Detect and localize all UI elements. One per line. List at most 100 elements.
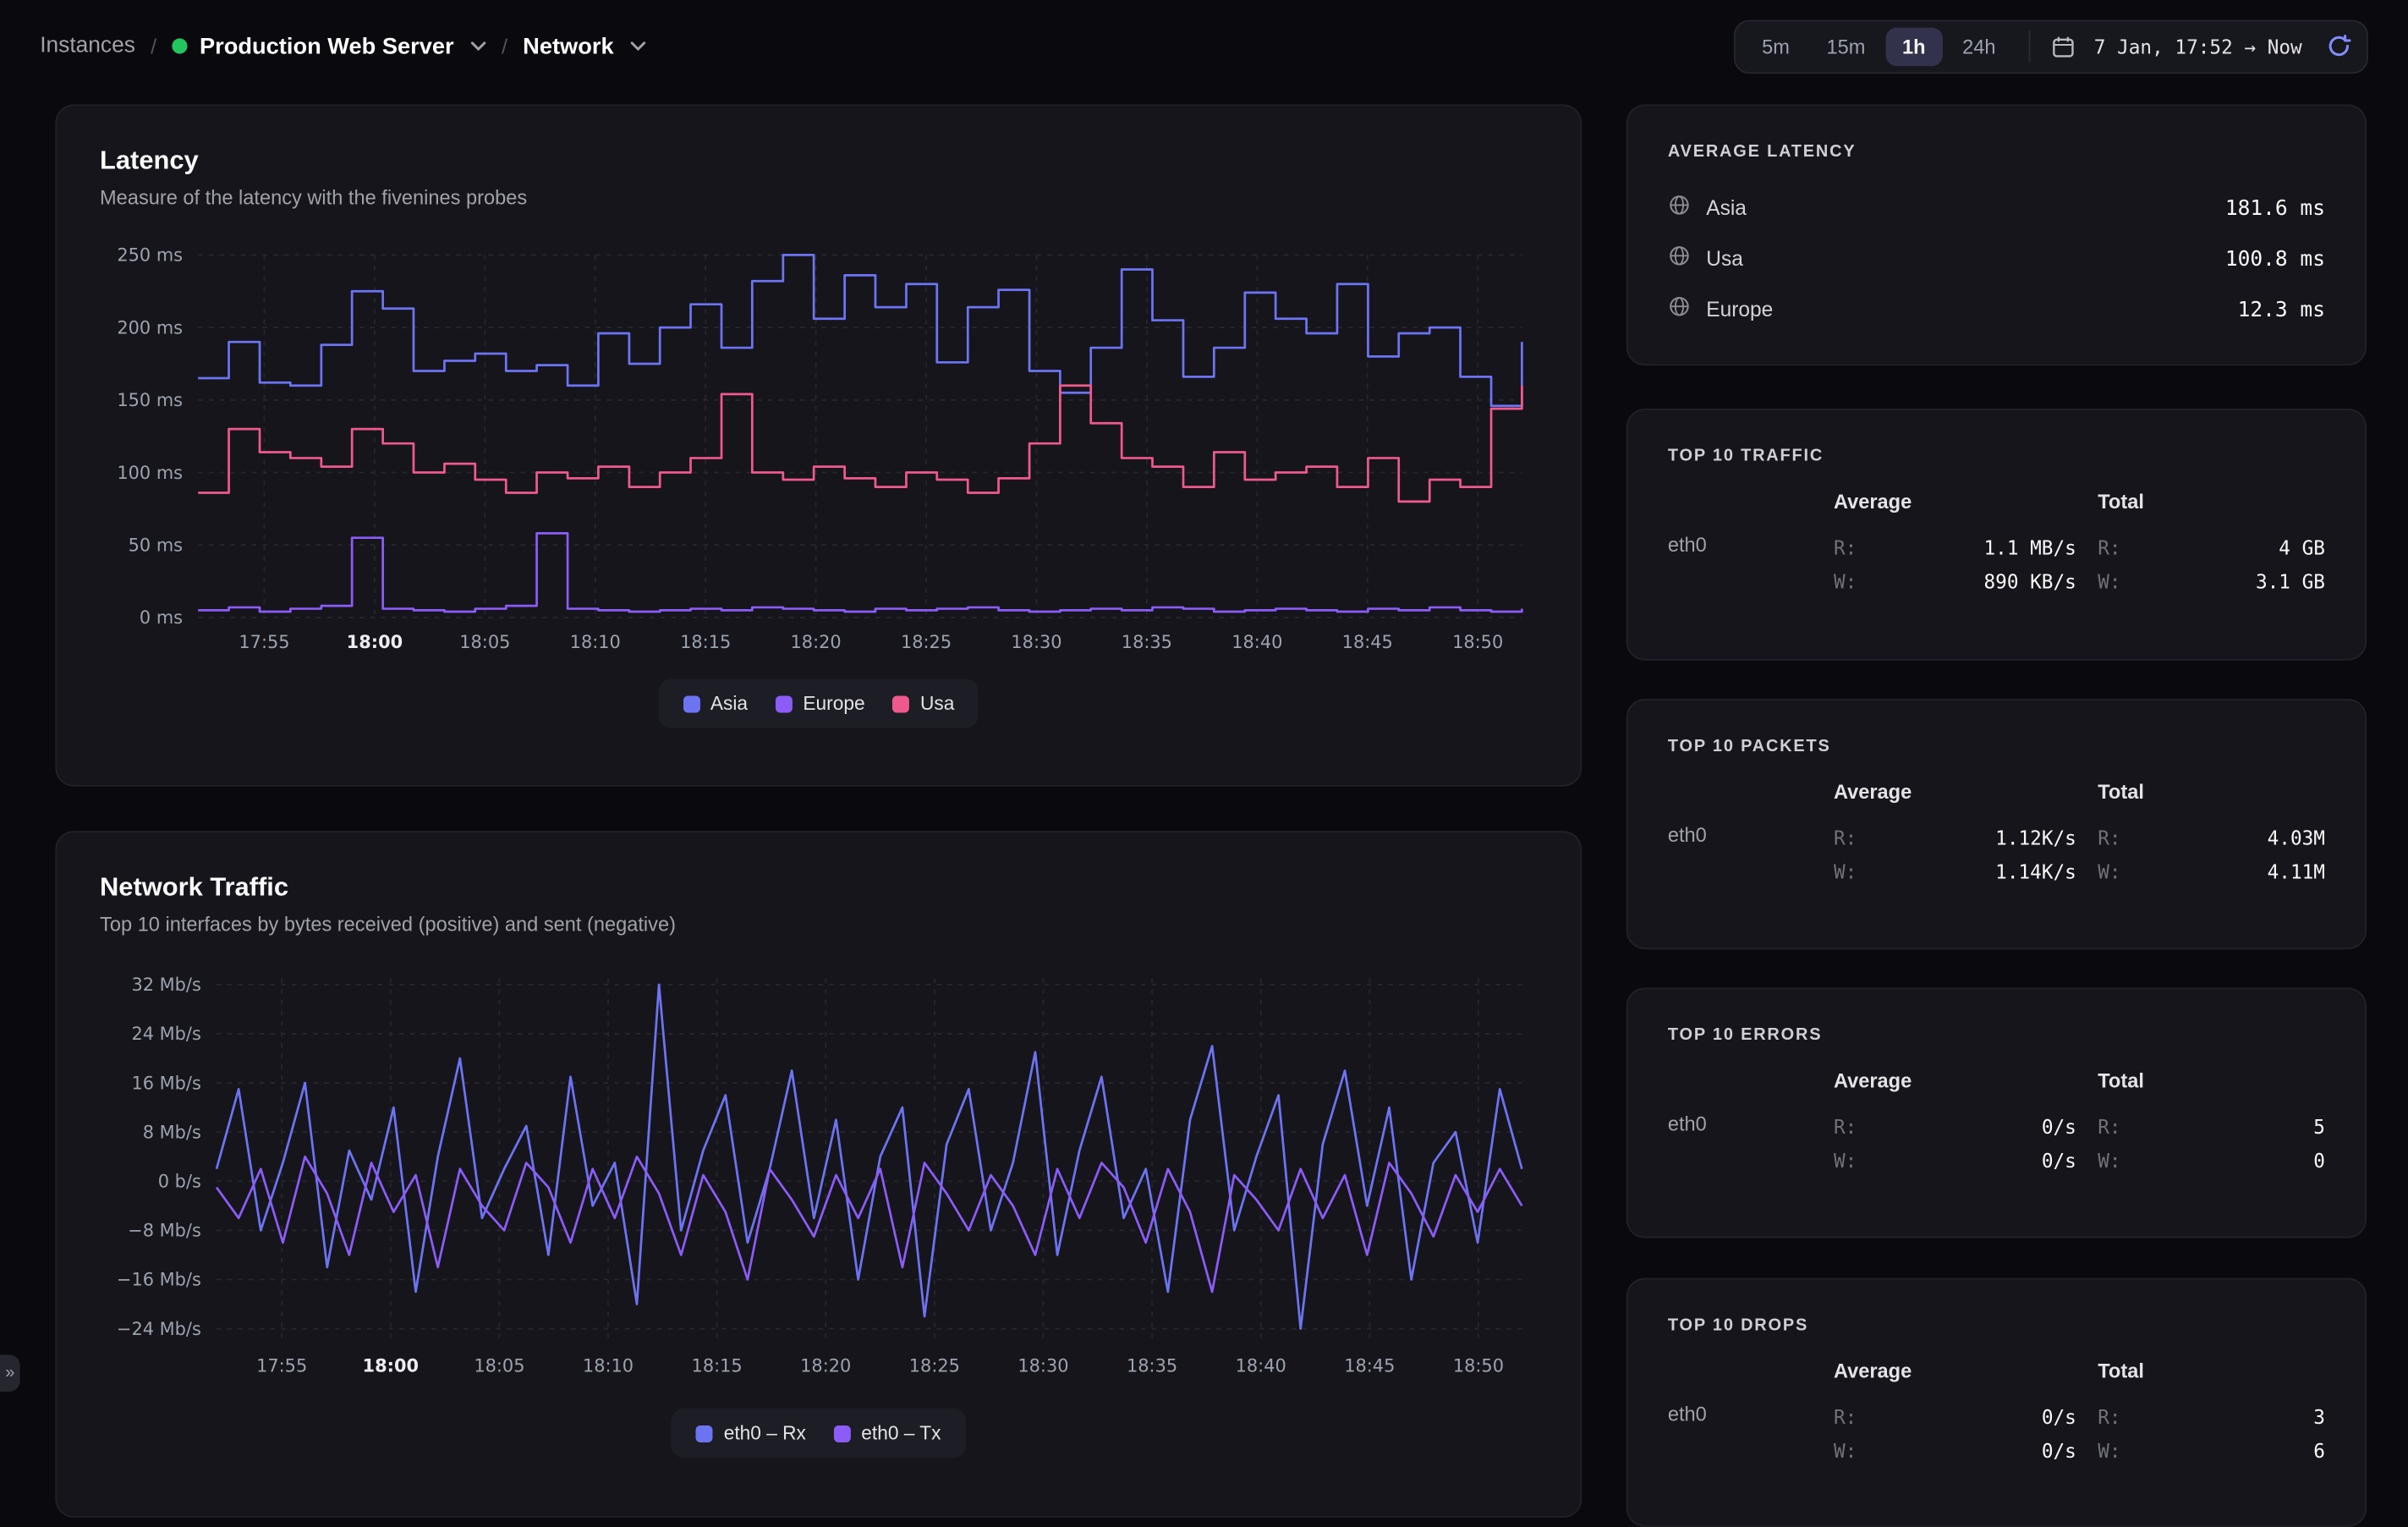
status-dot (172, 38, 187, 53)
region-label: Usa (1706, 247, 1743, 270)
column-header-total: Total (2098, 490, 2325, 513)
interface-label: eth0 (1668, 1401, 1834, 1469)
avg-write-value: 890 KB/s (1983, 565, 2076, 599)
avg-read-value: 0/s (2042, 1401, 2076, 1435)
interface-label: eth0 (1668, 531, 1834, 599)
top10-drops-card: TOP 10 DROPS Average Total eth0 R:0/s W:… (1626, 1278, 2367, 1527)
top10-packets-card: TOP 10 PACKETS Average Total eth0 R:1.12… (1626, 699, 2367, 949)
svg-text:18:35: 18:35 (1122, 632, 1172, 652)
date-range-picker[interactable]: 7 Jan, 17:52 → Now (2094, 35, 2302, 58)
average-values: R:0/s W:0/s (1834, 1401, 2098, 1469)
svg-text:−24 Mb/s: −24 Mb/s (117, 1319, 201, 1339)
range-button-15m[interactable]: 15m (1810, 27, 1883, 65)
write-label: W: (2098, 1145, 2120, 1178)
svg-text:18:40: 18:40 (1231, 632, 1282, 652)
column-header-average: Average (1834, 780, 2098, 803)
svg-text:100 ms: 100 ms (117, 463, 183, 483)
read-label: R: (1834, 1111, 1857, 1145)
range-button-1h[interactable]: 1h (1885, 27, 1942, 65)
svg-text:18:30: 18:30 (1011, 632, 1061, 652)
breadcrumb-separator: / (502, 34, 507, 58)
range-button-24h[interactable]: 24h (1945, 27, 2012, 65)
legend-label: eth0 – Rx (724, 1422, 806, 1443)
interface-label: eth0 (1668, 821, 1834, 889)
asia-series-swatch (683, 695, 699, 712)
total-values: R:4 GB W:3.1 GB (2098, 531, 2325, 599)
total-read-value: 4.03M (2268, 821, 2325, 855)
latency-card: Latency Measure of the latency with the … (55, 104, 1582, 786)
total-values: R:3 W:6 (2098, 1401, 2325, 1469)
write-label: W: (2098, 1435, 2120, 1469)
avg-write-value: 0/s (2042, 1145, 2076, 1178)
network-traffic-subtitle: Top 10 interfaces by bytes received (pos… (100, 913, 1537, 936)
column-header-total: Total (2098, 1069, 2325, 1092)
total-values: R:4.03M W:4.11M (2098, 821, 2325, 889)
legend-item-asia[interactable]: Asia (683, 693, 748, 714)
legend-item-eth0-rx[interactable]: eth0 – Rx (696, 1422, 806, 1443)
tx-series-swatch (834, 1425, 851, 1442)
globe-icon (1668, 244, 1691, 274)
globe-icon (1668, 294, 1691, 325)
svg-text:200 ms: 200 ms (117, 317, 183, 338)
svg-text:18:20: 18:20 (800, 1355, 851, 1376)
network-traffic-title: Network Traffic (100, 872, 1537, 903)
rx-series-swatch (696, 1425, 713, 1442)
total-write-value: 6 (2313, 1435, 2325, 1469)
network-traffic-legend: eth0 – Rx eth0 – Tx (100, 1409, 1537, 1458)
svg-text:18:45: 18:45 (1342, 632, 1393, 652)
avg-read-value: 0/s (2042, 1111, 2076, 1145)
network-traffic-chart[interactable]: 32 Mb/s24 Mb/s16 Mb/s8 Mb/s0 b/s−8 Mb/s−… (100, 969, 1540, 1391)
card-title: TOP 10 TRAFFIC (1668, 447, 2325, 465)
avg-read-value: 1.12K/s (1995, 821, 2076, 855)
svg-text:32 Mb/s: 32 Mb/s (131, 975, 200, 995)
average-values: R:0/s W:0/s (1834, 1111, 2098, 1178)
avg-write-value: 0/s (2042, 1435, 2076, 1469)
average-values: R:1.12K/s W:1.14K/s (1834, 821, 2098, 889)
latency-chart-title: Latency (100, 146, 1537, 176)
card-title: TOP 10 PACKETS (1668, 738, 2325, 756)
read-label: R: (2098, 821, 2120, 855)
write-label: W: (2098, 565, 2120, 599)
breadcrumb: Instances / Production Web Server / Netw… (40, 33, 646, 59)
svg-text:18:45: 18:45 (1344, 1355, 1395, 1376)
avg-read-value: 1.1 MB/s (1983, 531, 2076, 565)
sidebar-expand-handle[interactable]: » (0, 1354, 20, 1392)
section-name: Network (523, 33, 613, 59)
svg-text:18:20: 18:20 (791, 632, 842, 652)
card-title: TOP 10 ERRORS (1668, 1026, 2325, 1045)
svg-text:18:25: 18:25 (901, 632, 952, 652)
region-label: Europe (1706, 298, 1773, 321)
svg-text:0 ms: 0 ms (140, 607, 183, 628)
svg-text:24 Mb/s: 24 Mb/s (131, 1024, 200, 1044)
write-label: W: (1834, 1435, 1857, 1469)
read-label: R: (2098, 1401, 2120, 1435)
latency-chart[interactable]: 250 ms200 ms150 ms100 ms50 ms0 ms17:5518… (100, 243, 1540, 661)
read-label: R: (2098, 531, 2120, 565)
section-selector[interactable]: Network (523, 33, 646, 59)
breadcrumb-instances[interactable]: Instances (40, 34, 135, 58)
write-label: W: (2098, 855, 2120, 889)
svg-text:17:55: 17:55 (239, 632, 289, 652)
total-values: R:5 W:0 (2098, 1111, 2325, 1178)
calendar-icon[interactable] (2045, 35, 2081, 58)
avg-write-value: 1.14K/s (1995, 855, 2076, 889)
chevron-down-icon (469, 40, 486, 52)
legend-item-eth0-tx[interactable]: eth0 – Tx (834, 1422, 941, 1443)
range-button-5m[interactable]: 5m (1745, 27, 1807, 65)
double-chevron-right-icon: » (5, 1364, 14, 1382)
average-values: R:1.1 MB/s W:890 KB/s (1834, 531, 2098, 599)
svg-text:18:30: 18:30 (1018, 1355, 1068, 1376)
latency-legend: Asia Europe Usa (100, 679, 1537, 728)
instance-selector[interactable]: Production Web Server (172, 33, 485, 59)
region-label: Asia (1706, 196, 1747, 219)
refresh-icon[interactable] (2321, 34, 2358, 58)
usa-series-swatch (892, 695, 909, 712)
card-title: AVERAGE LATENCY (1668, 143, 2325, 162)
legend-item-usa[interactable]: Usa (892, 693, 954, 714)
svg-text:150 ms: 150 ms (117, 390, 183, 410)
svg-text:−8 Mb/s: −8 Mb/s (128, 1221, 201, 1241)
svg-text:18:10: 18:10 (570, 632, 621, 652)
top10-errors-card: TOP 10 ERRORS Average Total eth0 R:0/s W… (1626, 987, 2367, 1238)
legend-label: eth0 – Tx (861, 1422, 941, 1443)
legend-item-europe[interactable]: Europe (776, 693, 865, 714)
